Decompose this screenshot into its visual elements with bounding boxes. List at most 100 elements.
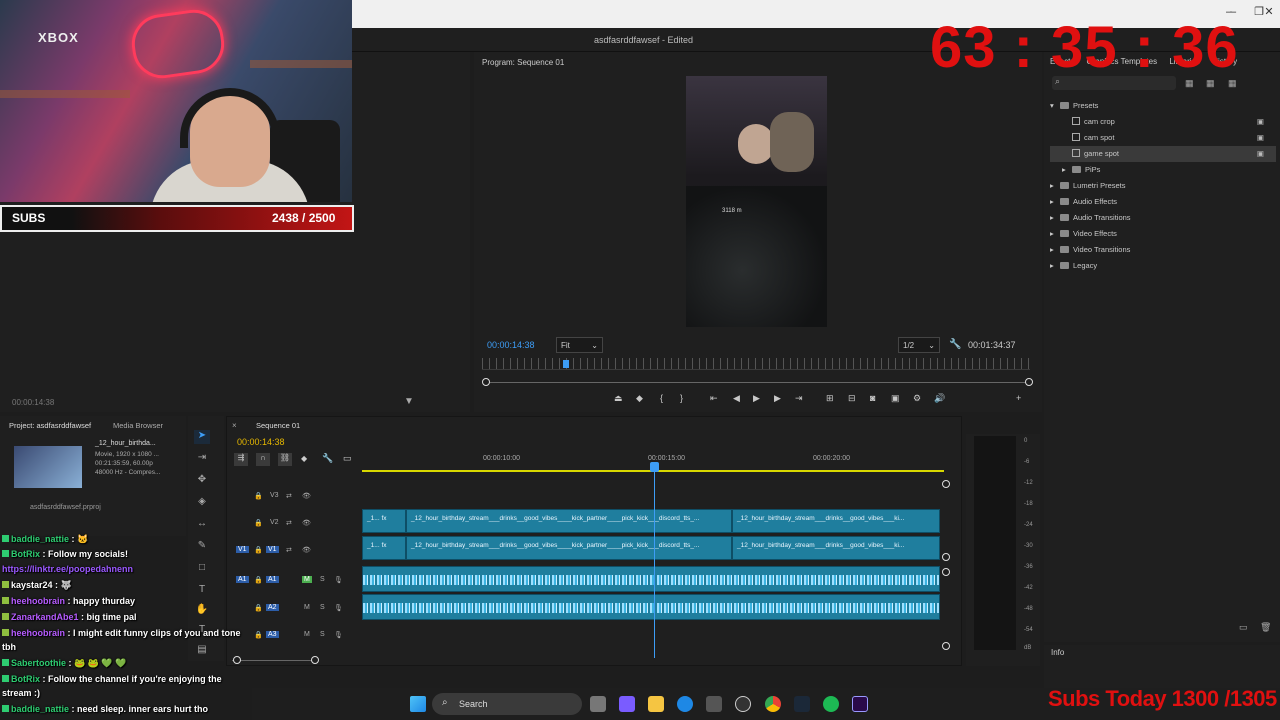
video-clip[interactable]: _1... fx — [362, 536, 406, 560]
program-zoom-scrollbar[interactable] — [486, 382, 1030, 383]
sequence-timecode[interactable]: 00:00:14:38 — [237, 437, 285, 447]
effects-tree-item[interactable]: ▾ Presets — [1050, 98, 1276, 114]
timeline-playhead[interactable] — [654, 462, 655, 658]
microphone-icon[interactable]: 🎙 — [334, 631, 343, 639]
chevron-down-icon[interactable]: ▾ — [1050, 98, 1060, 114]
microphone-icon[interactable]: 🎙 — [334, 576, 343, 584]
sync-lock-icon[interactable]: ⇄ — [286, 546, 292, 554]
chevron-right-icon[interactable]: ▸ — [1050, 178, 1060, 194]
effects-tree-item[interactable]: cam crop ▣ — [1050, 114, 1276, 130]
effects-tree-item[interactable]: ▸ Video Effects — [1050, 226, 1276, 242]
effects-tree-item[interactable]: ▸ Audio Effects — [1050, 194, 1276, 210]
volume-icon[interactable]: 🔊 — [934, 393, 945, 405]
filter-icon[interactable]: ▼ — [404, 396, 414, 407]
add-marker-icon[interactable]: ◆ — [301, 454, 307, 463]
insert-icon[interactable]: ⊞ — [826, 393, 834, 405]
chevron-right-icon[interactable]: ▸ — [1050, 226, 1060, 242]
playhead-handle[interactable] — [650, 462, 659, 472]
effects-tree-item[interactable]: ▸ PiPs — [1050, 162, 1276, 178]
video-clip[interactable]: _12_hour_birthday_stream___drinks__good_… — [732, 536, 940, 560]
eye-icon[interactable]: 👁 — [302, 546, 311, 554]
camera-icon[interactable]: ◙ — [870, 393, 875, 405]
chrome-icon[interactable] — [765, 696, 781, 712]
sync-lock-icon[interactable]: ⇄ — [286, 519, 292, 527]
chevron-right-icon[interactable]: ▸ — [1050, 210, 1060, 226]
openai-icon[interactable] — [735, 696, 751, 712]
linked-selection-icon[interactable]: ⛓ — [278, 453, 292, 466]
windows-start-icon[interactable] — [410, 696, 426, 712]
resolution-select[interactable]: 1/2 ⌄ — [898, 337, 940, 353]
vertical-scroll-handle[interactable] — [942, 642, 950, 650]
fit-select[interactable]: Fit ⌄ — [556, 337, 603, 353]
track-header-v3[interactable]: V3 🔒 ⇄ 👁 — [230, 484, 360, 510]
go-to-in-icon[interactable]: ⇤ — [710, 393, 718, 405]
mute-button[interactable]: M — [302, 576, 312, 583]
close-window-button[interactable]: ✕ — [1256, 2, 1280, 22]
delete-icon[interactable]: 🗑 — [1260, 622, 1271, 633]
tab-media-browser[interactable]: Media Browser — [113, 421, 163, 430]
taskbar-search-input[interactable] — [432, 693, 582, 715]
eye-icon[interactable]: 👁 — [302, 492, 311, 500]
eye-icon[interactable]: 👁 — [302, 519, 311, 527]
solo-button[interactable]: S — [320, 631, 325, 638]
lock-icon[interactable]: 🔒 — [254, 492, 263, 500]
mark-out-icon[interactable]: } — [680, 393, 683, 405]
razor-tool-icon[interactable]: ◈ — [194, 496, 210, 510]
store-icon[interactable] — [706, 696, 722, 712]
lock-icon[interactable]: 🔒 — [254, 519, 263, 527]
chevron-right-icon[interactable]: ▸ — [1062, 162, 1072, 178]
overwrite-icon[interactable]: ⊟ — [848, 393, 856, 405]
scroll-handle-left[interactable] — [482, 378, 490, 386]
steam-icon[interactable] — [794, 696, 810, 712]
scroll-handle-right[interactable] — [311, 656, 319, 664]
program-timecode[interactable]: 00:00:14:38 — [487, 340, 535, 350]
premiere-pro-icon[interactable] — [852, 696, 868, 712]
go-to-out-icon[interactable]: ⇥ — [795, 393, 803, 405]
task-view-icon[interactable] — [590, 696, 606, 712]
scroll-handle-right[interactable] — [1025, 378, 1033, 386]
info-title[interactable]: Info — [1051, 648, 1064, 657]
lock-icon[interactable]: 🔒 — [254, 631, 263, 639]
chevron-right-icon[interactable]: ▸ — [1050, 194, 1060, 210]
effects-tree-item[interactable]: ▸ Video Transitions — [1050, 242, 1276, 258]
effects-tree-item[interactable]: game spot ▣ — [1050, 146, 1276, 162]
lock-icon[interactable]: 🔒 — [254, 604, 263, 612]
snap-icon[interactable]: ∩ — [256, 453, 270, 466]
track-select-tool-icon[interactable]: ⇥ — [194, 452, 210, 466]
settings-icon[interactable]: ⚙ — [913, 393, 921, 405]
effects-tree-item[interactable]: ▸ Legacy — [1050, 258, 1276, 274]
vertical-scroll-handle[interactable] — [942, 568, 950, 576]
ripple-edit-tool-icon[interactable]: ✥ — [194, 474, 210, 488]
lock-icon[interactable]: 🔒 — [254, 546, 263, 554]
sync-lock-icon[interactable]: ⇄ — [286, 492, 292, 500]
video-clip[interactable]: _12_hour_birthday_stream___drinks__good_… — [732, 509, 940, 533]
vertical-scroll-handle[interactable] — [942, 553, 950, 561]
mute-button[interactable]: M — [304, 631, 310, 638]
microphone-icon[interactable]: 🎙 — [334, 604, 343, 612]
file-explorer-icon[interactable] — [648, 696, 664, 712]
tab-project[interactable]: Project: asdfasrddfawsef — [9, 421, 91, 430]
lift-icon[interactable]: ⏏ — [614, 393, 623, 405]
video-clip[interactable]: _12_hour_birthday_stream___drinks__good_… — [406, 536, 732, 560]
video-clip[interactable]: _1... fx — [362, 509, 406, 533]
new-bin-icon[interactable]: ▭ — [1239, 622, 1248, 633]
wrench-icon[interactable]: 🔧 — [949, 339, 961, 350]
chevron-right-icon[interactable]: ▸ — [1050, 242, 1060, 258]
effects-tree-item[interactable]: ▸ Lumetri Presets — [1050, 178, 1276, 194]
wrench-icon[interactable]: 🔧 — [322, 453, 333, 464]
marker-icon[interactable]: ◆ — [636, 393, 643, 405]
nest-icon[interactable]: ⇶ — [234, 453, 248, 466]
step-back-icon[interactable]: ◀ — [733, 393, 740, 405]
tab-sequence[interactable]: Sequence 01 — [256, 421, 300, 430]
mute-button[interactable]: M — [304, 604, 310, 611]
mark-in-icon[interactable]: { — [660, 393, 663, 405]
lock-icon[interactable]: 🔒 — [254, 576, 263, 584]
spotify-icon[interactable] — [823, 696, 839, 712]
play-icon[interactable]: ▶ — [753, 393, 760, 405]
video-clip[interactable]: _12_hour_birthday_stream___drinks__good_… — [406, 509, 732, 533]
vertical-scroll-handle[interactable] — [942, 480, 950, 488]
comparison-icon[interactable]: ▣ — [891, 393, 900, 405]
chevron-right-icon[interactable]: ▸ — [1050, 258, 1060, 274]
program-playhead[interactable] — [563, 360, 569, 368]
captions-icon[interactable]: ▭ — [343, 453, 352, 464]
